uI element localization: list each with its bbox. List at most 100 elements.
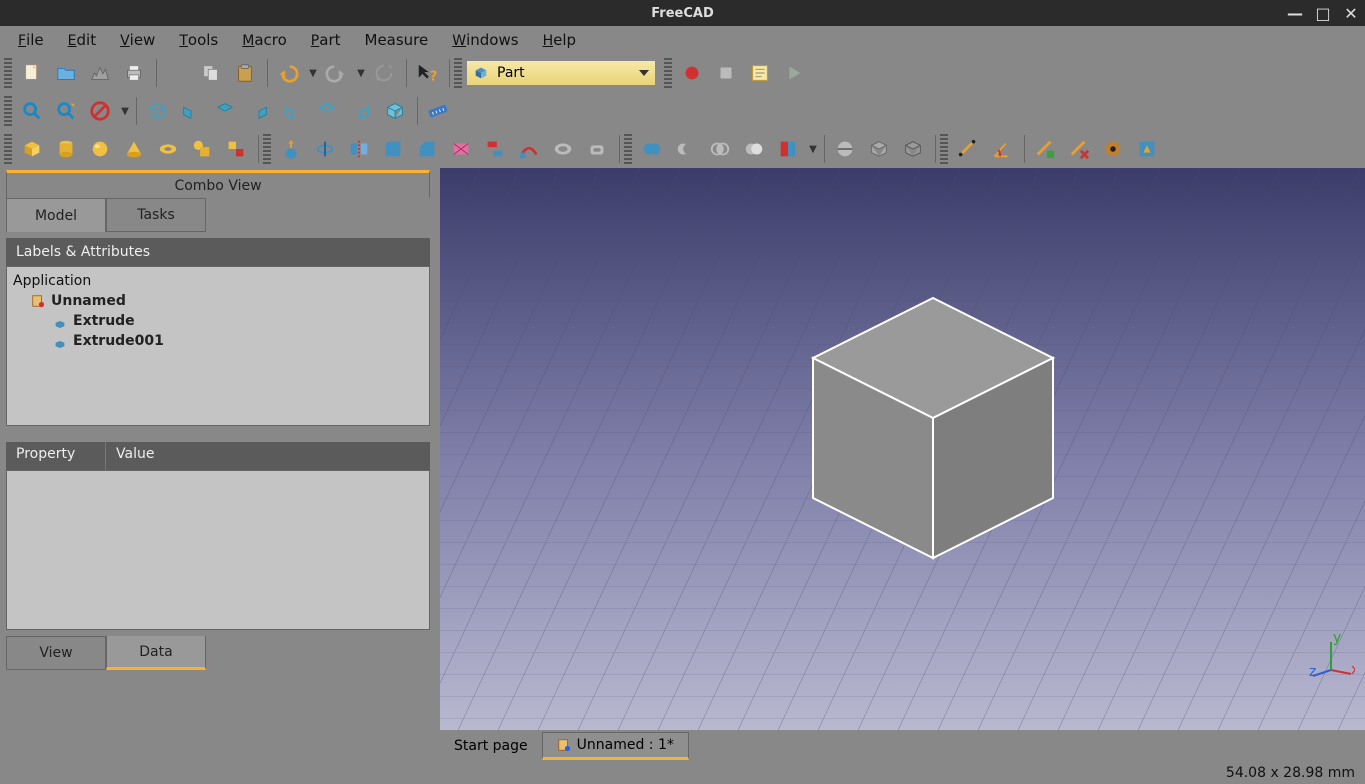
menu-tools[interactable]: Tools <box>169 27 228 53</box>
cut-icon[interactable] <box>161 57 193 89</box>
front-view-icon[interactable] <box>175 95 207 127</box>
primitives-icon[interactable] <box>186 133 218 165</box>
tab-tasks[interactable]: Tasks <box>106 198 206 232</box>
extrude-icon[interactable] <box>275 133 307 165</box>
menu-edit[interactable]: Edit <box>58 27 106 53</box>
top-view-icon[interactable] <box>209 95 241 127</box>
redo-icon[interactable] <box>320 57 352 89</box>
menu-macro[interactable]: Macro <box>232 27 297 53</box>
grip-icon[interactable] <box>4 58 12 88</box>
offset3d-icon[interactable] <box>547 133 579 165</box>
save-icon[interactable] <box>84 57 116 89</box>
tab-data[interactable]: Data <box>106 636 206 670</box>
draw-style-icon[interactable] <box>84 95 116 127</box>
paste-icon[interactable] <box>229 57 261 89</box>
macros-icon[interactable] <box>744 57 776 89</box>
sweep-icon[interactable] <box>513 133 545 165</box>
grip-icon[interactable] <box>263 134 271 164</box>
cut-bool-icon[interactable] <box>670 133 702 165</box>
maximize-button[interactable]: □ <box>1315 5 1331 21</box>
fit-sel-icon[interactable] <box>50 95 82 127</box>
menu-windows[interactable]: Windows <box>442 27 528 53</box>
bottom-view-icon[interactable] <box>311 95 343 127</box>
compound-dropdown-icon[interactable]: ▼ <box>806 144 820 155</box>
undo-dropdown-icon[interactable]: ▼ <box>306 68 320 79</box>
open-icon[interactable] <box>50 57 82 89</box>
thickness-icon[interactable] <box>581 133 613 165</box>
menu-file[interactable]: File <box>8 27 54 53</box>
statusbar: 54.08 x 28.98 mm <box>0 762 1365 784</box>
check-geometry-icon[interactable] <box>897 133 929 165</box>
sphere-icon[interactable] <box>84 133 116 165</box>
tree-root[interactable]: Application <box>13 271 423 291</box>
measure-delta-icon[interactable] <box>1131 133 1163 165</box>
fuse-icon[interactable] <box>636 133 668 165</box>
tree-document[interactable]: Unnamed <box>13 291 423 311</box>
shape-builder-icon[interactable] <box>220 133 252 165</box>
torus-icon[interactable] <box>152 133 184 165</box>
menu-help[interactable]: Help <box>533 27 586 53</box>
left-view-icon[interactable] <box>345 95 377 127</box>
new-icon[interactable] <box>16 57 48 89</box>
cross-sections-icon[interactable] <box>863 133 895 165</box>
draw-style-dropdown-icon[interactable]: ▼ <box>118 106 132 117</box>
grip-icon[interactable] <box>4 134 12 164</box>
rotate-left-icon[interactable] <box>379 95 411 127</box>
grip-icon[interactable] <box>664 58 672 88</box>
grip-icon[interactable] <box>454 58 462 88</box>
grip-icon[interactable] <box>624 134 632 164</box>
cone-icon[interactable] <box>118 133 150 165</box>
menu-part[interactable]: Part <box>301 27 351 53</box>
grip-icon[interactable] <box>4 96 12 126</box>
document-icon <box>31 294 45 308</box>
cylinder-icon[interactable] <box>50 133 82 165</box>
chamfer-icon[interactable] <box>411 133 443 165</box>
model-tree[interactable]: Application Unnamed Extrude Extrude001 <box>6 266 430 426</box>
connect-icon[interactable] <box>738 133 770 165</box>
ruled-surface-icon[interactable] <box>445 133 477 165</box>
measure-dist-icon[interactable] <box>422 95 454 127</box>
measure-linear-icon[interactable] <box>952 133 984 165</box>
right-view-icon[interactable] <box>243 95 275 127</box>
measure-toggle-icon[interactable] <box>1097 133 1129 165</box>
redo-dropdown-icon[interactable]: ▼ <box>354 68 368 79</box>
print-icon[interactable] <box>118 57 150 89</box>
menu-measure[interactable]: Measure <box>355 27 439 53</box>
common-icon[interactable] <box>704 133 736 165</box>
property-body[interactable] <box>6 470 430 630</box>
tab-model[interactable]: Model <box>6 198 106 232</box>
compound-icon[interactable] <box>772 133 804 165</box>
measure-angular-icon[interactable] <box>986 133 1018 165</box>
undo-icon[interactable] <box>272 57 304 89</box>
fillet-icon[interactable] <box>377 133 409 165</box>
measure-clearall-icon[interactable] <box>1063 133 1095 165</box>
3d-viewport[interactable]: x y z <box>436 168 1365 730</box>
box-icon[interactable] <box>16 133 48 165</box>
revolve-icon[interactable] <box>309 133 341 165</box>
grip-icon[interactable] <box>940 134 948 164</box>
tree-item-extrude[interactable]: Extrude <box>13 311 423 331</box>
record-icon[interactable] <box>676 57 708 89</box>
part-wb-icon <box>473 65 489 81</box>
measure-refresh-icon[interactable] <box>1029 133 1061 165</box>
whatsthis-icon[interactable]: ? <box>411 57 443 89</box>
menu-view[interactable]: View <box>110 27 165 53</box>
copy-icon[interactable] <box>195 57 227 89</box>
doc-tab-unnamed[interactable]: Unnamed : 1* <box>542 732 689 760</box>
iso-view-icon[interactable] <box>141 95 173 127</box>
loft-icon[interactable] <box>479 133 511 165</box>
mirror-icon[interactable] <box>343 133 375 165</box>
tab-view[interactable]: View <box>6 636 106 670</box>
run-macro-icon[interactable] <box>778 57 810 89</box>
tree-item-extrude001[interactable]: Extrude001 <box>13 331 423 351</box>
refresh-icon[interactable] <box>368 57 400 89</box>
cube-object[interactable] <box>803 288 1063 568</box>
rear-view-icon[interactable] <box>277 95 309 127</box>
minimize-button[interactable]: — <box>1287 5 1303 21</box>
stop-record-icon[interactable] <box>710 57 742 89</box>
fit-all-icon[interactable] <box>16 95 48 127</box>
doc-tab-startpage[interactable]: Start page <box>440 734 542 758</box>
section-icon[interactable] <box>829 133 861 165</box>
close-button[interactable]: ✕ <box>1343 5 1359 21</box>
workbench-selector[interactable]: Part <box>466 60 656 86</box>
